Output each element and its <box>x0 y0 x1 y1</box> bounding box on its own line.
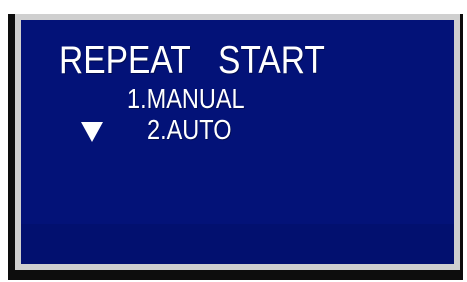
menu-title: REPEAT START <box>59 39 325 82</box>
screen-lower-area <box>21 224 454 264</box>
menu-option-auto[interactable]: 2.AUTO <box>147 115 232 145</box>
menu-option-manual[interactable]: 1.MANUAL <box>127 84 245 114</box>
selection-cursor-icon <box>81 122 103 142</box>
